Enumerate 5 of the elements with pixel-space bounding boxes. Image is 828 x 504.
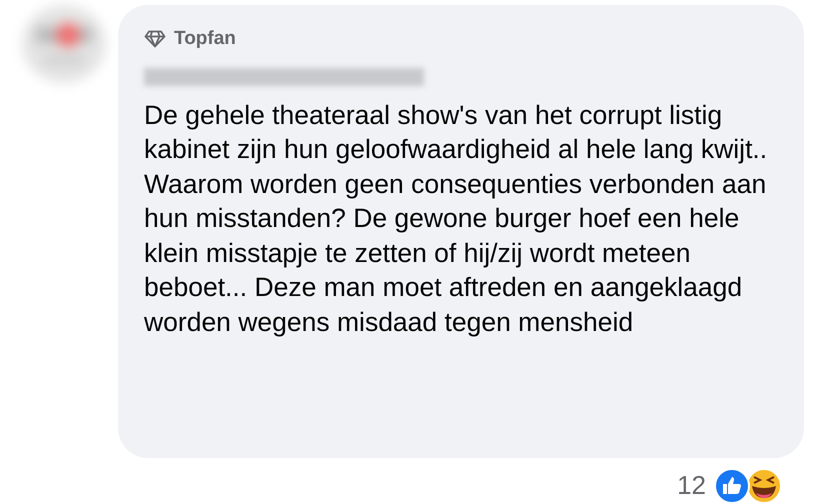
- diamond-icon: [144, 30, 166, 48]
- comment-text: De gehele theateraal show's van het corrupt listig kabinet zijn hun geloofwaardigheid al hele lang kwijt.. Waarom worden geen consequenties verbonden aan hun misstanden? De gewone burger hoef een hele klein misstapje te zetten of hij/zij wordt meteen beboet... Deze man moet aftreden en aangeklaagd worden wegens misdaad tegen mensheid: [144, 98, 768, 340]
- fan-badge-label: Topfan: [174, 27, 236, 51]
- reaction-icons[interactable]: [714, 468, 782, 504]
- reaction-count[interactable]: 12: [677, 466, 706, 504]
